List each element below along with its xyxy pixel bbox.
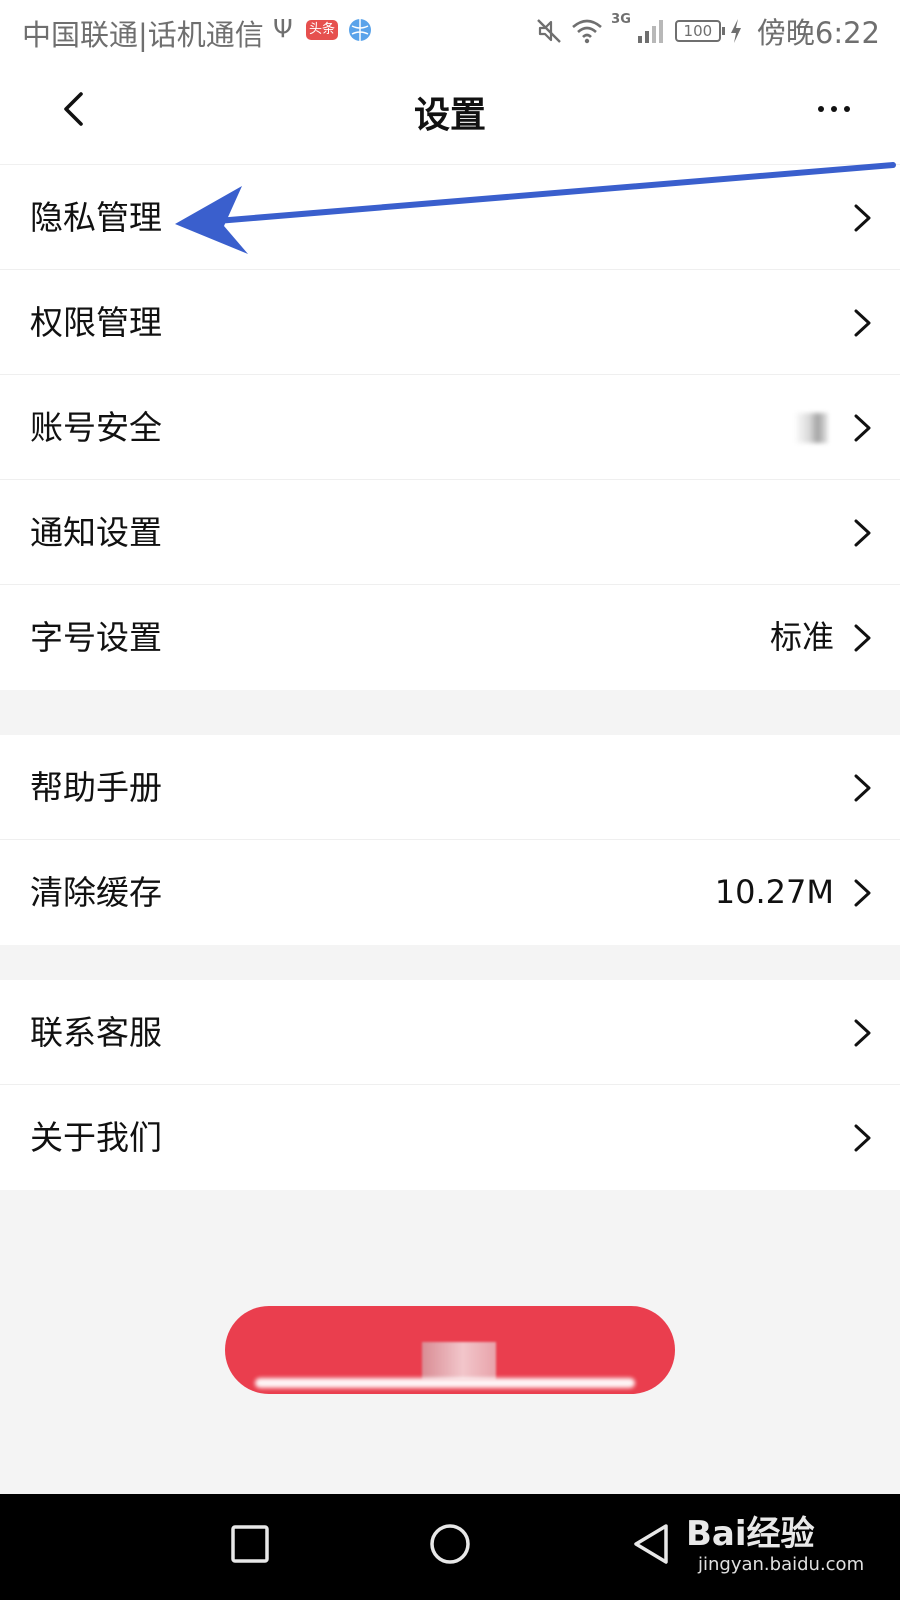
status-bar: 中国联通|话机通信 Ψ 头条 3G 100 傍晚6:22 (0, 0, 900, 62)
logout-button[interactable] (225, 1306, 675, 1394)
home-button[interactable] (420, 1516, 480, 1572)
status-indicators: 3G 100 傍晚6:22 (535, 10, 880, 52)
baidu-jingyan-watermark: Bai经验 jingyan.baidu.com (686, 1506, 864, 1590)
row-label: 联系客服 (30, 1013, 162, 1052)
row-label: 隐私管理 (30, 198, 162, 237)
carrier-label: 中国联通|话机通信 (22, 18, 264, 52)
settings-row-permissions[interactable]: 权限管理 (0, 270, 900, 375)
redacted-value (794, 413, 828, 443)
row-label: 帮助手册 (30, 768, 162, 807)
signal-icon (637, 20, 663, 43)
system-nav-bar: Bai经验 jingyan.baidu.com (0, 1494, 900, 1600)
settings-row-privacy[interactable]: 隐私管理 (0, 165, 900, 270)
row-label: 通知设置 (30, 513, 162, 552)
more-options-button[interactable] (806, 84, 862, 134)
watermark-sub: jingyan.baidu.com (698, 1554, 865, 1575)
back-icon (634, 1524, 668, 1564)
settings-row-notifications[interactable]: 通知设置 (0, 480, 900, 585)
network-type-label: 3G (611, 12, 631, 27)
page-title: 设置 (413, 95, 486, 136)
row-label: 字号设置 (30, 618, 162, 657)
settings-screen: 中国联通|话机通信 Ψ 头条 3G 100 傍晚6:22 设置 隐私管理 权限管… (0, 0, 900, 1600)
settings-row-customer-service[interactable]: 联系客服 (0, 980, 900, 1085)
row-label: 账号安全 (30, 408, 162, 447)
settings-row-account-security[interactable]: 账号安全 (0, 375, 900, 480)
recent-apps-icon (231, 1525, 269, 1563)
settings-row-about-us[interactable]: 关于我们 (0, 1085, 900, 1190)
chevron-left-icon (64, 92, 83, 126)
chevron-right-icon (854, 519, 871, 547)
settings-group-help: 帮助手册 清除缓存 10.27M (0, 735, 900, 945)
chevron-right-icon (854, 879, 871, 907)
chevron-right-icon (854, 774, 871, 802)
nav-bar: 设置 (0, 62, 900, 165)
wifi-icon (572, 19, 603, 44)
back-button[interactable] (40, 76, 106, 142)
settings-group-contact: 联系客服 关于我们 (0, 980, 900, 1190)
row-value: 标准 (769, 618, 834, 656)
settings-row-help-manual[interactable]: 帮助手册 (0, 735, 900, 840)
settings-row-clear-cache[interactable]: 清除缓存 10.27M (0, 840, 900, 945)
chevron-right-icon (854, 1124, 871, 1152)
redaction-streak (255, 1378, 635, 1388)
row-label: 权限管理 (30, 303, 162, 342)
browser-icon (349, 19, 371, 41)
usb-icon: Ψ (273, 14, 293, 43)
chevron-right-icon (854, 624, 871, 652)
row-value: 10.27M (714, 873, 834, 911)
row-label: 清除缓存 (30, 873, 162, 912)
settings-row-font-size[interactable]: 字号设置 标准 (0, 585, 900, 690)
chevron-right-icon (854, 414, 871, 442)
chevron-right-icon (854, 204, 871, 232)
more-dots-icon (818, 106, 824, 112)
chevron-right-icon (854, 309, 871, 337)
recent-apps-button[interactable] (220, 1516, 280, 1572)
system-back-button[interactable] (620, 1516, 680, 1572)
news-app-icon: 头条 (306, 20, 338, 40)
more-dot (844, 106, 850, 112)
chevron-right-icon (854, 1019, 871, 1047)
watermark-main: Bai经验 (686, 1514, 815, 1554)
charging-icon (730, 19, 741, 43)
clock-label: 傍晚6:22 (756, 16, 880, 50)
row-label: 关于我们 (30, 1118, 162, 1157)
home-icon (430, 1524, 470, 1564)
redacted-label (422, 1342, 496, 1380)
more-dot (831, 106, 837, 112)
mute-icon (537, 19, 562, 43)
battery-indicator: 100 (674, 20, 725, 42)
settings-group-account: 隐私管理 权限管理 账号安全 通知设置 字号设置 标准 (0, 165, 900, 690)
